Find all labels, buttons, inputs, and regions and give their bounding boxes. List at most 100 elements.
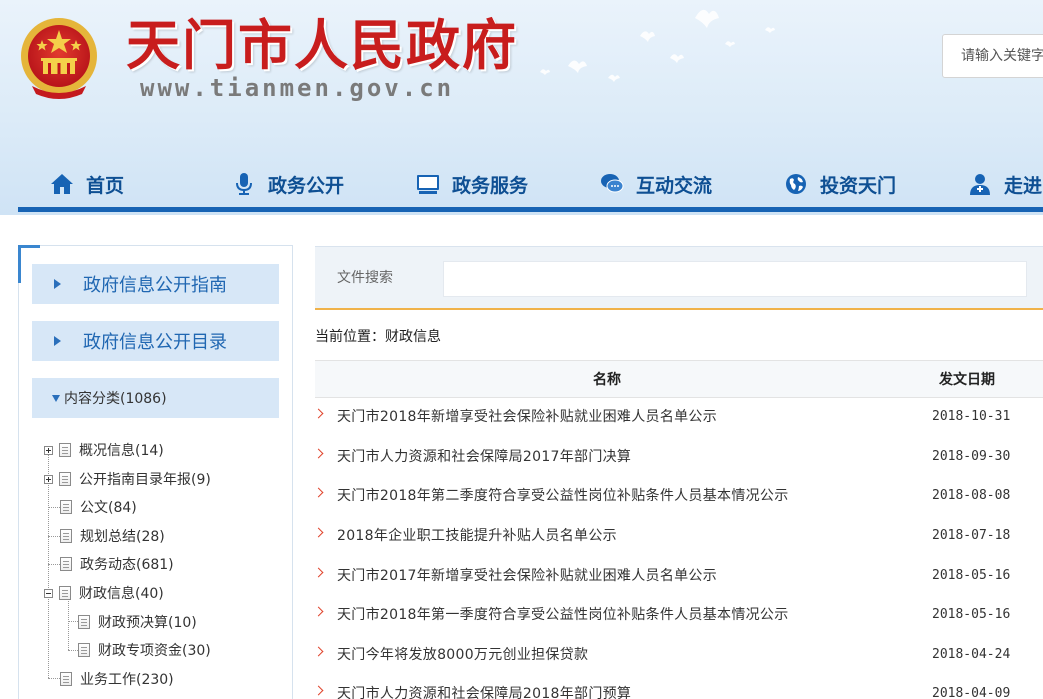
triangle-right-icon [54,279,61,289]
row-title-link[interactable]: 天门市2017年新增享受社会保险补贴就业困难人员名单公示 [337,557,717,595]
row-title-link[interactable]: 天门市2018年第二季度符合享受公益性岗位补贴条件人员基本情况公示 [337,477,789,515]
sidebar-accent-vertical [18,245,21,283]
file-search-input[interactable] [443,261,1027,297]
nav-home[interactable]: 首页 [50,160,124,208]
sidebar-guide-button[interactable]: 政府信息公开指南 [32,264,279,304]
row-date: 2018-04-24 [932,647,1011,662]
sidebar-guide-label: 政府信息公开指南 [83,275,227,296]
chevron-right-icon [313,487,324,498]
nav-invest[interactable]: 投资天门 [784,160,896,208]
triangle-down-icon [52,394,60,402]
tree-item[interactable]: 政务动态(681) [60,553,174,575]
document-icon [59,443,71,457]
tree-item[interactable]: 概况信息(14) [44,439,164,461]
row-title-link[interactable]: 2018年企业职工技能提升补贴人员名单公示 [337,517,617,555]
tree-item-label: 财政专项资金(30) [98,643,211,659]
user-icon [970,174,990,195]
nav-about-label: 走进 [1004,174,1043,197]
tree-connector [68,596,69,650]
file-search-label: 文件搜索 [337,270,393,286]
document-icon [59,586,71,600]
chevron-right-icon [313,646,324,657]
document-icon [60,557,72,571]
table-row[interactable]: 天门市2018年第二季度符合享受公益性岗位补贴条件人员基本情况公示 2018-0… [313,477,1043,515]
table-row[interactable]: 天门市人力资源和社会保障局2018年部门预算 2018-04-09 [315,675,1043,699]
sidebar-category-header[interactable]: 内容分类(1086) [32,378,279,418]
nav-government-affairs-label: 政务公开 [268,174,345,197]
tree-item-label: 公开指南目录年报(9) [79,472,211,488]
chevron-right-icon [313,527,324,538]
row-title-link[interactable]: 天门市2018年第一季度符合享受公益性岗位补贴条件人员基本情况公示 [337,596,789,634]
row-title-link[interactable]: 天门市人力资源和社会保障局2018年部门预算 [337,675,631,699]
nav-underline [18,207,1043,212]
row-date: 2018-05-16 [932,568,1011,583]
site-search-input[interactable]: 请输入关键字 [942,34,1043,78]
nav-about[interactable]: 走进 [968,160,1042,208]
table-row[interactable]: 2018年企业职工技能提升补贴人员名单公示 2018-07-18 [313,517,1043,555]
tree-connector [48,678,60,679]
table-row[interactable]: 天门今年将发放8000万元创业担保贷款 2018-04-24 [313,636,1043,674]
tree-item-label: 公文(84) [80,500,137,516]
tree-item-label: 业务工作(230) [80,672,174,688]
tree-item[interactable]: 财政专项资金(30) [78,639,211,661]
nav-government-services-label: 政务服务 [452,174,529,197]
main-nav: 首页 政务公开 政务服务 互动交流 投资天门 走进 [0,160,1043,210]
tree-connector [68,650,78,651]
tree-item-selected[interactable]: 财政信息(40) [44,582,164,604]
collapse-icon[interactable] [44,588,53,598]
table-row[interactable]: 天门市人力资源和社会保障局2017年部门决算 2018-09-30 [313,438,1043,476]
tree-item[interactable]: 业务工作(230) [60,668,174,690]
document-icon [59,472,71,486]
tree-item[interactable]: 公文(84) [60,496,137,518]
sidebar-category-label: 内容分类(1086) [64,391,167,407]
chevron-right-icon [313,448,324,459]
row-date: 2018-04-09 [932,686,1011,699]
sidebar-catalog-button[interactable]: 政府信息公开目录 [32,321,279,361]
expand-icon[interactable] [44,474,53,484]
tree-item-label: 规划总结(28) [80,529,165,545]
row-date: 2018-10-31 [932,409,1011,424]
table-row[interactable]: 天门市2017年新增享受社会保险补贴就业困难人员名单公示 2018-05-16 [313,557,1043,595]
chevron-right-icon [313,606,324,617]
row-date: 2018-09-30 [932,449,1011,464]
triangle-right-icon [54,336,61,346]
doves-decoration-icon [540,9,775,82]
globe-icon [786,174,806,194]
chevron-right-icon [315,685,324,696]
file-search-panel: 文件搜索 [315,246,1043,310]
document-icon [60,672,72,686]
nav-interaction[interactable]: 互动交流 [600,160,712,208]
document-icon [60,529,72,543]
row-date: 2018-07-18 [932,528,1011,543]
tree-connector [48,564,60,565]
expand-icon[interactable] [44,445,53,455]
nav-government-services[interactable]: 政务服务 [416,160,528,208]
row-title-link[interactable]: 天门今年将发放8000万元创业担保贷款 [337,636,588,674]
row-title-link[interactable]: 天门市人力资源和社会保障局2017年部门决算 [337,438,631,476]
chat-icon [601,174,624,193]
chevron-right-icon [313,567,324,578]
tree-item-label: 财政信息(40) [79,586,164,602]
tree-item[interactable]: 公开指南目录年报(9) [44,468,211,490]
table-row[interactable]: 天门市2018年第一季度符合享受公益性岗位补贴条件人员基本情况公示 2018-0… [313,596,1043,634]
nav-interaction-label: 互动交流 [636,174,713,197]
sidebar-accent [18,245,40,248]
tree-item[interactable]: 财政预决算(10) [78,611,197,633]
site-title: 天门市人民政府 [126,13,518,77]
row-title-link[interactable]: 天门市2018年新增享受社会保险补贴就业困难人员名单公示 [337,398,717,436]
row-date: 2018-05-16 [932,607,1011,622]
document-icon [78,615,90,629]
chevron-right-icon [313,408,324,419]
monitor-icon [417,175,439,194]
column-header-name: 名称 [593,372,621,388]
nav-government-affairs[interactable]: 政务公开 [232,160,344,208]
table-row[interactable]: 天门市2018年新增享受社会保险补贴就业困难人员名单公示 2018-10-31 [313,398,1043,436]
tree-connector [48,507,60,508]
home-icon [51,174,73,194]
document-icon [78,643,90,657]
document-icon [60,500,72,514]
row-date: 2018-08-08 [932,488,1011,503]
tree-connector [48,536,60,537]
nav-home-label: 首页 [86,174,125,197]
tree-item[interactable]: 规划总结(28) [60,525,165,547]
